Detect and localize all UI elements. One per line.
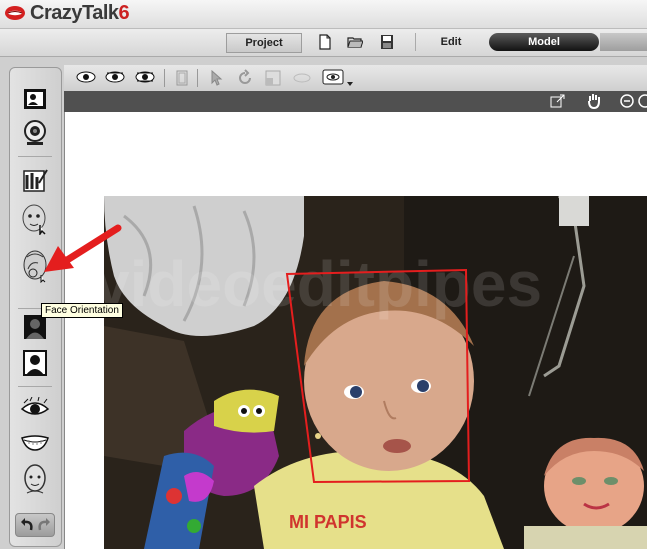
tooltip: Face Orientation: [41, 303, 123, 318]
edit-tab[interactable]: Edit: [415, 33, 486, 51]
shirt-text: MI PAPIS: [289, 512, 367, 532]
bald-head-icon: [24, 464, 46, 494]
toolbar-divider: [164, 69, 165, 87]
photo-scene: videoeditpipes MI PAPIS: [104, 196, 647, 549]
redo-icon[interactable]: [36, 516, 52, 533]
zoom-in-icon[interactable]: [638, 94, 647, 108]
toolbar-divider: [197, 69, 198, 87]
eye-icon[interactable]: [105, 70, 125, 84]
eye-settings-button[interactable]: [20, 393, 50, 423]
image-icon: [24, 89, 46, 109]
zoom-out-icon[interactable]: [620, 94, 634, 108]
adjust-icon: [23, 169, 48, 192]
title-bar: CrazyTalk6: [0, 0, 647, 28]
rotate-icon[interactable]: [236, 69, 254, 87]
image-processing-button[interactable]: [20, 165, 50, 195]
watermark-text: videoeditpipes: [104, 248, 542, 320]
scale-icon[interactable]: [265, 70, 281, 86]
webcam-button[interactable]: [20, 118, 50, 148]
eye-icon: [20, 397, 50, 415]
webcam-icon: [24, 120, 46, 145]
dock-separator: [18, 156, 52, 157]
import-image-button[interactable]: [20, 84, 50, 114]
undo-redo-group: [15, 513, 55, 537]
mode-bar: Project Edit Model: [0, 28, 647, 57]
project-tab[interactable]: Project: [226, 33, 302, 53]
open-folder-icon[interactable]: [347, 34, 363, 50]
pointer-icon[interactable]: [209, 70, 223, 86]
eye-outline-icon[interactable]: [292, 71, 312, 85]
eye-icon[interactable]: [135, 70, 155, 84]
mouth-icon: [21, 435, 49, 451]
model-tab[interactable]: Model: [489, 33, 599, 51]
background-button[interactable]: [20, 348, 50, 378]
mode-bar-tail: [600, 33, 647, 51]
save-icon[interactable]: [379, 34, 395, 50]
viewport-toolbar: [64, 65, 647, 92]
pan-hand-icon[interactable]: [586, 92, 602, 110]
layer-icon[interactable]: [175, 70, 189, 86]
viewport-control-bar: [64, 91, 647, 112]
annotation-arrow: [44, 224, 122, 272]
eye-icon[interactable]: [76, 70, 96, 84]
mouth-settings-button[interactable]: [20, 426, 50, 456]
head-model-button[interactable]: [20, 464, 50, 494]
undo-icon[interactable]: [19, 516, 35, 533]
preview-dropdown-icon[interactable]: [322, 68, 356, 88]
person-silhouette-icon: [23, 350, 47, 376]
new-file-icon[interactable]: [317, 34, 333, 50]
fit-view-icon[interactable]: [550, 93, 566, 109]
portrait-photo: videoeditpipes MI PAPIS: [104, 196, 647, 549]
dock-separator: [18, 386, 52, 387]
lips-logo-icon: [5, 6, 25, 20]
app-title: CrazyTalk6: [30, 2, 130, 24]
